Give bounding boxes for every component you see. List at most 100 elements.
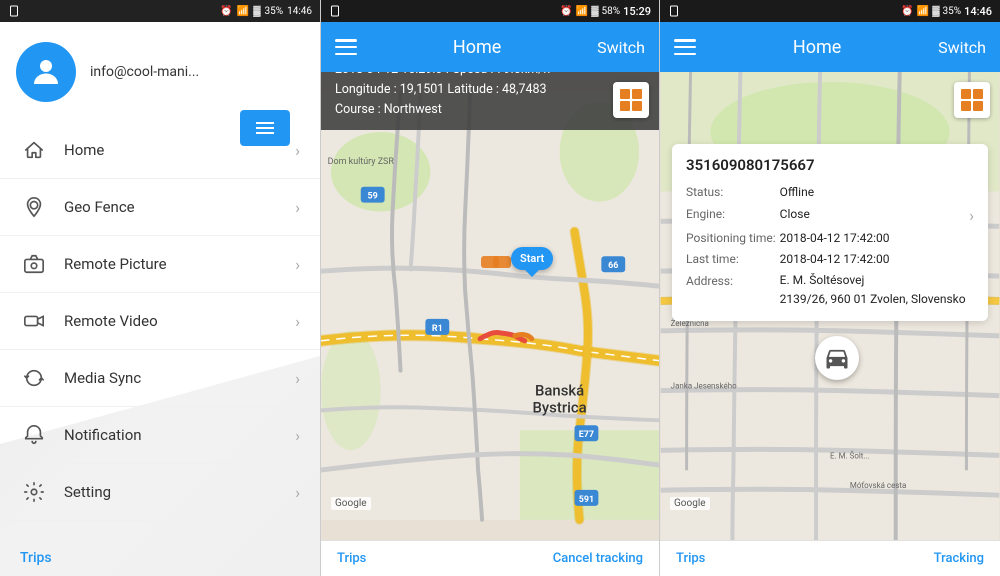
svg-text:Móťovská cesta: Móťovská cesta	[850, 481, 906, 490]
status-icons-3: ⏰ 📶 ▓ 35% 14:46	[901, 5, 992, 18]
phone-icon	[8, 5, 20, 17]
status-bar-3: ⏰ 📶 ▓ 35% 14:46	[660, 0, 1000, 22]
menu-selected-icon	[256, 122, 274, 134]
svg-text:66: 66	[608, 261, 618, 271]
avatar-icon	[28, 54, 64, 90]
positioning-value: 2018-04-12 17:42:00	[780, 228, 966, 250]
header-title-2: Home	[453, 37, 501, 58]
sidebar-item-remote-picture[interactable]: Remote Picture ›	[0, 236, 320, 293]
svg-text:591: 591	[579, 495, 594, 505]
avatar	[16, 42, 76, 102]
sidebar-item-setting[interactable]: Setting ›	[0, 464, 320, 521]
wifi-icon-2: 📶	[576, 6, 588, 17]
time-2: 15:29	[623, 5, 651, 18]
tracking-button[interactable]: Tracking	[934, 551, 984, 566]
sidebar-item-geo-fence[interactable]: Geo Fence ›	[0, 179, 320, 236]
status-bar-1: ⏰ 📶 ▓ 35% 14:46	[0, 0, 320, 22]
sidebar-label-media-sync: Media Sync	[64, 369, 295, 387]
lasttime-value: 2018-04-12 17:42:00	[780, 249, 966, 271]
status-icons-2: ⏰ 📶 ▓ 58% 15:29	[560, 5, 651, 18]
layer-toggle-button-2[interactable]	[613, 82, 649, 118]
address-label: Address:	[686, 271, 776, 293]
alarm-icon-1: ⏰	[220, 6, 232, 17]
chevron-remote-video: ›	[295, 312, 300, 331]
route-marker-2	[493, 256, 511, 268]
switch-button-2[interactable]: Switch	[597, 38, 645, 57]
panel-device: ⏰ 📶 ▓ 35% 14:46 Home Switch	[660, 0, 1000, 576]
svg-text:59: 59	[368, 192, 378, 202]
time-3: 14:46	[964, 5, 992, 18]
phone-icon-3	[668, 5, 680, 17]
menu-button-3[interactable]	[674, 39, 696, 55]
car-icon	[823, 344, 851, 372]
chevron-geo-fence: ›	[295, 198, 300, 217]
bell-icon	[20, 421, 48, 449]
switch-button-3[interactable]: Switch	[938, 38, 986, 57]
sidebar-profile: info@cool-mani...	[0, 22, 320, 122]
menu-button-2[interactable]	[335, 39, 357, 55]
map-attribution-2: Google	[331, 497, 371, 510]
status-bar-left-2	[329, 2, 341, 21]
sidebar-item-remote-video[interactable]: Remote Video ›	[0, 293, 320, 350]
status-bar-2: ⏰ 📶 ▓ 58% 15:29	[321, 0, 659, 22]
svg-text:Bystrica: Bystrica	[532, 398, 586, 416]
camera-icon	[20, 250, 48, 278]
settings-icon	[20, 478, 48, 506]
info-line3: Course : Northwest	[335, 100, 645, 120]
sync-icon	[20, 364, 48, 392]
sidebar-label-remote-picture: Remote Picture	[64, 255, 295, 273]
battery-2: 58%	[602, 6, 621, 17]
start-pin: Start	[511, 247, 553, 270]
layer-icon-inner-2	[620, 89, 642, 111]
home-icon	[20, 136, 48, 164]
chevron-media-sync: ›	[295, 369, 300, 388]
svg-text:E. M. Šolt...: E. M. Šolt...	[830, 451, 870, 460]
status-bar-left-1	[8, 5, 20, 17]
status-bar-left-3	[668, 2, 680, 21]
sidebar-label-notification: Notification	[64, 426, 295, 444]
trips-link-1[interactable]: Trips	[0, 540, 320, 576]
map-area-3: 5. mája Antona B... Železničná Janka Jes…	[660, 72, 1000, 540]
device-info-card: 351609080175667 Status: Offline Engine: …	[672, 144, 988, 321]
chevron-setting: ›	[295, 483, 300, 502]
trips-link-3[interactable]: Trips	[676, 551, 705, 566]
map-bottom-bar-2: Trips Cancel tracking	[321, 540, 659, 576]
signal-icon-1: ▓	[253, 6, 260, 17]
info-line2: Longitude : 19,1501 Latitude : 48,7483	[335, 80, 645, 100]
engine-arrow[interactable]: ›	[969, 204, 974, 228]
geo-fence-icon	[20, 193, 48, 221]
alarm-icon-2: ⏰	[560, 6, 572, 17]
svg-text:Banská: Banská	[535, 381, 584, 399]
panel-sidebar: ⏰ 📶 ▓ 35% 14:46 info@cool-mani...	[0, 0, 320, 576]
map-area-2: R1 E77 591 66 59 Banská Bystrica Dom kul…	[321, 72, 659, 540]
wifi-icon-1: 📶	[237, 6, 249, 17]
sidebar-item-media-sync[interactable]: Media Sync ›	[0, 350, 320, 407]
cancel-tracking-button[interactable]: Cancel tracking	[553, 551, 643, 566]
lasttime-label: Last time:	[686, 249, 776, 271]
address-value: E. M. Šoltésovej2139/26, 960 01 Zvolen, …	[780, 271, 974, 309]
engine-value: Close	[780, 204, 966, 226]
chevron-home: ›	[295, 141, 300, 160]
start-label: Start	[520, 252, 544, 265]
sidebar-nav: Home › Geo Fence › Remote Picture › Remo…	[0, 122, 320, 540]
trips-link-2[interactable]: Trips	[337, 551, 366, 566]
sidebar-item-notification[interactable]: Notification ›	[0, 407, 320, 464]
signal-icon-2: ▓	[591, 6, 598, 17]
phone-icon-2	[329, 5, 341, 17]
map-bottom-bar-3: Trips Tracking	[660, 540, 1000, 576]
signal-icon-3: ▓	[932, 6, 939, 17]
battery-text-1: 35%	[265, 6, 284, 17]
app-header-3: Home Switch	[660, 22, 1000, 72]
status-value: Offline	[780, 182, 966, 204]
map-roads-2: R1 E77 591 66 59 Banská Bystrica Dom kul…	[321, 72, 659, 540]
layer-icon-inner-3	[961, 89, 983, 111]
video-icon	[20, 307, 48, 335]
car-marker	[815, 336, 859, 380]
status-bar-right-1: ⏰ 📶 ▓ 35% 14:46	[220, 6, 312, 17]
sidebar-label-remote-video: Remote Video	[64, 312, 295, 330]
profile-email: info@cool-mani...	[90, 64, 199, 80]
app-header-2: Home Switch	[321, 22, 659, 72]
layer-toggle-button-3[interactable]	[954, 82, 990, 118]
alarm-icon-3: ⏰	[901, 6, 913, 17]
svg-text:R1: R1	[432, 324, 443, 334]
